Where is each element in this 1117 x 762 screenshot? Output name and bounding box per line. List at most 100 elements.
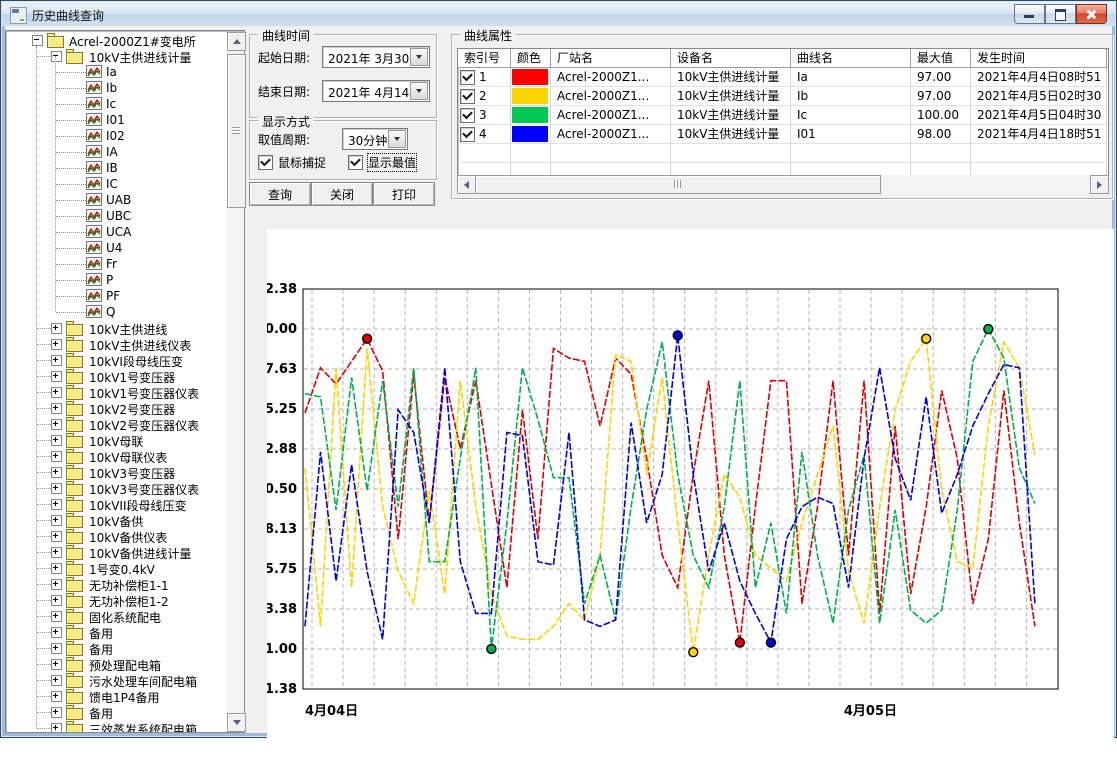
dropdown-arrow-icon[interactable] [410, 82, 428, 100]
expand-icon[interactable] [51, 499, 62, 510]
expand-icon[interactable] [51, 355, 62, 366]
tree-item-folder[interactable]: 10kVII段母线压变 [6, 496, 227, 512]
tree-item-folder[interactable]: 10kV备供 [6, 512, 227, 528]
tree-item-curve[interactable]: IA [6, 144, 227, 160]
tree-item-folder[interactable]: 10kV3号变压器仪表 [6, 480, 227, 496]
tree-item-folder[interactable]: 预处理配电箱 [6, 656, 227, 672]
tree-item-folder[interactable]: 10kV1号变压器 [6, 368, 227, 384]
expand-icon[interactable] [51, 723, 62, 732]
scroll-right-icon[interactable] [1090, 175, 1109, 194]
expand-icon[interactable] [51, 419, 62, 430]
expand-icon[interactable] [51, 579, 62, 590]
tree-item-curve[interactable]: UBC [6, 208, 227, 224]
tree-item-folder[interactable]: 10kV主供进线仪表 [6, 336, 227, 352]
expand-icon[interactable] [51, 611, 62, 622]
table-row[interactable]: 2Acrel-2000Z1...10kV主供进线计量Ib97.002021年4月… [458, 87, 1107, 106]
table-row[interactable]: 4Acrel-2000Z1...10kV主供进线计量I0198.002021年4… [458, 125, 1107, 144]
expand-icon[interactable] [51, 643, 62, 654]
expand-icon[interactable] [51, 467, 62, 478]
tree-item-curve[interactable]: Ia [6, 64, 227, 80]
table-header-1[interactable]: 索引号 [458, 49, 511, 68]
close-button[interactable] [1076, 4, 1107, 24]
tree-item-folder[interactable]: 10kV备供进线计量 [6, 544, 227, 560]
tree-item-curve[interactable]: Ib [6, 80, 227, 96]
collapse-icon[interactable] [32, 35, 43, 46]
curve-enabled-checkbox[interactable] [460, 70, 475, 85]
tree-item-folder[interactable]: 备用 [6, 624, 227, 640]
table-hscrollbar-thumb[interactable] [475, 175, 881, 194]
expand-icon[interactable] [51, 339, 62, 350]
tree-item-curve[interactable]: I02 [6, 128, 227, 144]
tree-item-folder[interactable]: 10kV2号变压器仪表 [6, 416, 227, 432]
curve-enabled-checkbox[interactable] [460, 127, 475, 142]
tree-item-folder[interactable]: 10kV备供仪表 [6, 528, 227, 544]
expand-icon[interactable] [51, 595, 62, 606]
tree-item-folder[interactable]: 10kV主供进线计量 [6, 48, 227, 64]
tree-item-folder[interactable]: 10kV2号变压器 [6, 400, 227, 416]
expand-icon[interactable] [51, 483, 62, 494]
print-button[interactable]: 打印 [373, 182, 435, 206]
expand-icon[interactable] [51, 531, 62, 542]
table-header-2[interactable]: 颜色 [511, 49, 551, 68]
tree-item-folder[interactable]: Acrel-2000Z1#变电所 [6, 32, 227, 48]
table-header-4[interactable]: 设备名 [671, 49, 791, 68]
tree-item-curve[interactable]: IC [6, 176, 227, 192]
tree-item-folder[interactable]: 无功补偿柜1-1 [6, 576, 227, 592]
history-curve-chart[interactable]: 112.38100.0087.6375.2562.8850.5038.1325.… [267, 229, 1114, 759]
tree-item-folder[interactable]: 10kVI段母线压变 [6, 352, 227, 368]
tree-scrollbar-thumb[interactable] [227, 54, 246, 208]
tree-item-folder[interactable]: 馈电1P4备用 [6, 688, 227, 704]
checkbox-checked-icon[interactable] [258, 155, 273, 170]
tree-item-folder[interactable]: 10kV母联仪表 [6, 448, 227, 464]
dropdown-arrow-icon[interactable] [410, 48, 428, 66]
tree-item-curve[interactable]: U4 [6, 240, 227, 256]
expand-icon[interactable] [51, 659, 62, 670]
checkbox-checked-icon[interactable] [348, 155, 363, 170]
tree-item-curve[interactable]: IB [6, 160, 227, 176]
tree-item-curve[interactable]: PF [6, 288, 227, 304]
tree-item-folder[interactable]: 污水处理车间配电箱 [6, 672, 227, 688]
query-button[interactable]: 查询 [249, 182, 311, 206]
expand-icon[interactable] [51, 691, 62, 702]
table-header-6[interactable]: 最大值 [911, 49, 971, 68]
expand-icon[interactable] [51, 387, 62, 398]
tree-item-curve[interactable]: Fr [6, 256, 227, 272]
tree-item-folder[interactable]: 固化系统配电 [6, 608, 227, 624]
dropdown-arrow-icon[interactable] [388, 130, 406, 148]
tree-item-folder[interactable]: 备用 [6, 704, 227, 720]
close-dialog-button[interactable]: 关闭 [311, 182, 373, 206]
tree-item-curve[interactable]: I01 [6, 112, 227, 128]
table-row[interactable]: 1Acrel-2000Z1...10kV主供进线计量Ia97.002021年4月… [458, 68, 1107, 87]
titlebar[interactable]: 历史曲线查询 [2, 2, 1115, 26]
expand-icon[interactable] [51, 371, 62, 382]
tree-item-folder[interactable]: 1号变0.4kV [6, 560, 227, 576]
tree-item-curve[interactable]: Ic [6, 96, 227, 112]
tree-item-curve[interactable]: P [6, 272, 227, 288]
curve-enabled-checkbox[interactable] [460, 108, 475, 123]
tree-item-folder[interactable]: 10kV主供进线 [6, 320, 227, 336]
tree-item-folder[interactable]: 无功补偿柜1-2 [6, 592, 227, 608]
expand-icon[interactable] [51, 451, 62, 462]
tree-item-folder[interactable]: 10kV3号变压器 [6, 464, 227, 480]
start-date-select[interactable]: 2021年 3月30 [322, 46, 430, 68]
scroll-down-icon[interactable] [227, 713, 246, 732]
curve-enabled-checkbox[interactable] [460, 89, 475, 104]
mouse-capture-checkbox[interactable]: 鼠标捕捉 [258, 154, 326, 171]
expand-icon[interactable] [51, 627, 62, 638]
table-header-5[interactable]: 曲线名 [791, 49, 911, 68]
minimize-button[interactable] [1014, 4, 1045, 24]
period-select[interactable]: 30分钟 [342, 128, 408, 150]
tree-item-curve[interactable]: Q [6, 304, 227, 320]
scroll-up-icon[interactable] [227, 32, 246, 51]
tree-scrollbar[interactable] [227, 32, 244, 732]
end-date-select[interactable]: 2021年 4月14 [322, 80, 430, 102]
tree-item-curve[interactable]: UCA [6, 224, 227, 240]
maximize-button[interactable] [1045, 4, 1076, 24]
tree-item-folder[interactable]: 备用 [6, 640, 227, 656]
tree-item-folder[interactable]: 三效蒸发系统配电箱 [6, 720, 227, 732]
tree-item-folder[interactable]: 10kV1号变压器仪表 [6, 384, 227, 400]
tree-item-curve[interactable]: UAB [6, 192, 227, 208]
scroll-left-icon[interactable] [457, 175, 476, 194]
expand-icon[interactable] [51, 435, 62, 446]
table-header-7[interactable]: 发生时间 [971, 49, 1107, 68]
